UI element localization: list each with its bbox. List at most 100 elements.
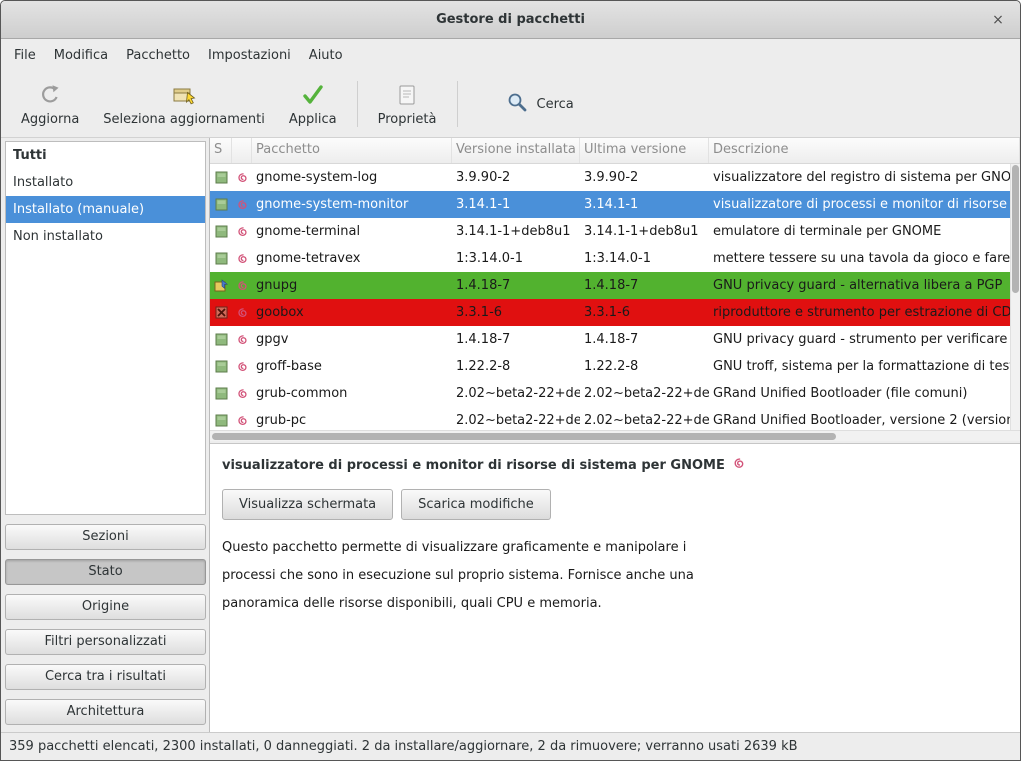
sidebar-button-cerca-tra-i-risultati[interactable]: Cerca tra i risultati [5, 664, 206, 690]
column-header-description[interactable]: Descrizione [709, 138, 1020, 163]
status-bar: 359 pacchetti elencati, 2300 installati,… [1, 732, 1020, 760]
sidebar-button-origine[interactable]: Origine [5, 594, 206, 620]
table-rows: gnome-system-log3.9.90-23.9.90-2visualiz… [210, 164, 1020, 430]
package-name: gnome-terminal [252, 224, 452, 239]
sidebar-button-architettura[interactable]: Architettura [5, 699, 206, 725]
reload-button[interactable]: Aggiorna [9, 75, 91, 133]
package-row-groff-base[interactable]: groff-base1.22.2-81.22.2-8GNU troff, sis… [210, 353, 1020, 380]
latest-version: 1.22.2-8 [580, 359, 709, 374]
get-changelog-button[interactable]: Scarica modifiche [401, 489, 551, 520]
menu-modifica[interactable]: Modifica [45, 39, 117, 71]
mark-upgrades-button[interactable]: Seleziona aggiornamenti [91, 75, 277, 133]
debian-swirl-icon [232, 333, 252, 346]
latest-version: 3.9.90-2 [580, 170, 709, 185]
status-installed-icon [210, 198, 232, 211]
package-row-gnome-system-monitor[interactable]: gnome-system-monitor3.14.1-13.14.1-1visu… [210, 191, 1020, 218]
package-description: visualizzatore del registro di sistema p… [709, 170, 1020, 185]
close-icon[interactable]: × [988, 10, 1008, 30]
latest-version: 1:3.14.0-1 [580, 251, 709, 266]
package-name: gpgv [252, 332, 452, 347]
package-manager-window: Gestore di pacchetti × FileModificaPacch… [0, 0, 1021, 761]
filter-item-tutti[interactable]: Tutti [6, 142, 205, 169]
installed-version: 3.3.1-6 [452, 305, 580, 320]
filter-item-installato-manuale[interactable]: Installato (manuale) [6, 196, 205, 223]
horizontal-scrollbar[interactable] [210, 430, 1020, 441]
package-row-gnome-tetravex[interactable]: gnome-tetravex1:3.14.0-11:3.14.0-1metter… [210, 245, 1020, 272]
vertical-scrollbar-thumb[interactable] [1012, 165, 1019, 293]
latest-version: 1.4.18-7 [580, 278, 709, 293]
package-description: GNU privacy guard - strumento per verifi… [709, 332, 1020, 347]
package-row-gpgv[interactable]: gpgv1.4.18-71.4.18-7GNU privacy guard - … [210, 326, 1020, 353]
installed-version: 3.14.1-1 [452, 197, 580, 212]
debian-swirl-icon [232, 225, 252, 238]
apply-check-icon [301, 81, 325, 107]
package-row-goobox[interactable]: goobox3.3.1-63.3.1-6riproduttore e strum… [210, 299, 1020, 326]
latest-version: 1.4.18-7 [580, 332, 709, 347]
package-row-gnupg[interactable]: gnupg1.4.18-71.4.18-7GNU privacy guard -… [210, 272, 1020, 299]
column-header-installed-version[interactable]: Versione installata [452, 138, 580, 163]
toolbar: Aggiorna Seleziona aggiornamenti Applica… [1, 71, 1020, 138]
sidebar-button-sezioni[interactable]: Sezioni [5, 524, 206, 550]
status-installed-icon [210, 387, 232, 400]
package-description: GRand Unified Bootloader, versione 2 (ve… [709, 413, 1020, 428]
get-screenshot-button[interactable]: Visualizza schermata [222, 489, 393, 520]
package-row-grub-pc[interactable]: grub-pc2.02~beta2-22+deb2.02~beta2-22+de… [210, 407, 1020, 430]
menu-file[interactable]: File [5, 39, 45, 71]
installed-version: 2.02~beta2-22+deb [452, 386, 580, 401]
filter-item-installato[interactable]: Installato [6, 169, 205, 196]
column-header-status[interactable]: S [210, 138, 232, 163]
column-header-latest-version[interactable]: Ultima versione [580, 138, 709, 163]
horizontal-scrollbar-thumb[interactable] [212, 433, 836, 440]
package-name: gnupg [252, 278, 452, 293]
details-title: visualizzatore di processi e monitor di … [222, 456, 1008, 474]
debian-swirl-icon [232, 387, 252, 400]
package-description: visualizzatore di processi e monitor di … [709, 197, 1020, 212]
sidebar: TuttiInstallatoInstallato (manuale)Non i… [1, 138, 209, 732]
properties-button[interactable]: Proprietà [366, 75, 449, 133]
package-table: S Pacchetto Versione installata Ultima v… [210, 138, 1020, 441]
status-installed-icon [210, 171, 232, 184]
column-header-origin[interactable] [232, 138, 252, 163]
sidebar-button-filtri-personalizzati[interactable]: Filtri personalizzati [5, 629, 206, 655]
mark-upgrades-icon [171, 81, 197, 107]
debian-swirl-icon [232, 279, 252, 292]
status-installed-icon [210, 252, 232, 265]
package-name: groff-base [252, 359, 452, 374]
menu-impostazioni[interactable]: Impostazioni [199, 39, 300, 71]
column-header-package[interactable]: Pacchetto [252, 138, 452, 163]
package-row-gnome-system-log[interactable]: gnome-system-log3.9.90-23.9.90-2visualiz… [210, 164, 1020, 191]
apply-button[interactable]: Applica [277, 75, 349, 133]
package-description: riproduttore e strumento per estrazione … [709, 305, 1020, 320]
sidebar-button-stato[interactable]: Stato [5, 559, 206, 585]
titlebar[interactable]: Gestore di pacchetti × [1, 1, 1020, 39]
package-name: gnome-system-monitor [252, 197, 452, 212]
menu-pacchetto[interactable]: Pacchetto [117, 39, 199, 71]
installed-version: 3.9.90-2 [452, 170, 580, 185]
package-description: emulatore di terminale per GNOME [709, 224, 1020, 239]
installed-version: 3.14.1-1+deb8u1 [452, 224, 580, 239]
status-upgrade-icon [210, 279, 232, 292]
package-name: gnome-tetravex [252, 251, 452, 266]
package-row-gnome-terminal[interactable]: gnome-terminal3.14.1-1+deb8u13.14.1-1+de… [210, 218, 1020, 245]
installed-version: 1.22.2-8 [452, 359, 580, 374]
latest-version: 2.02~beta2-22+deb [580, 386, 709, 401]
package-description: GNU privacy guard - alternativa libera a… [709, 278, 1020, 293]
filter-item-non-installato[interactable]: Non installato [6, 223, 205, 250]
package-row-grub-common[interactable]: grub-common2.02~beta2-22+deb2.02~beta2-2… [210, 380, 1020, 407]
details-buttons: Visualizza schermata Scarica modifiche [222, 489, 1008, 520]
debian-swirl-icon [232, 198, 252, 211]
menu-aiuto[interactable]: Aiuto [300, 39, 352, 71]
installed-version: 1:3.14.0-1 [452, 251, 580, 266]
search-label: Cerca [537, 97, 574, 112]
details-description: Questo pacchetto permette di visualizzar… [222, 534, 1008, 618]
vertical-scrollbar[interactable] [1010, 164, 1020, 430]
table-header: S Pacchetto Versione installata Ultima v… [210, 138, 1020, 164]
search-button[interactable]: Cerca [488, 82, 592, 126]
properties-icon [396, 81, 418, 107]
installed-version: 1.4.18-7 [452, 332, 580, 347]
latest-version: 2.02~beta2-22+deb [580, 413, 709, 428]
installed-version: 1.4.18-7 [452, 278, 580, 293]
latest-version: 3.3.1-6 [580, 305, 709, 320]
status-installed-icon [210, 333, 232, 346]
toolbar-separator [457, 81, 458, 127]
